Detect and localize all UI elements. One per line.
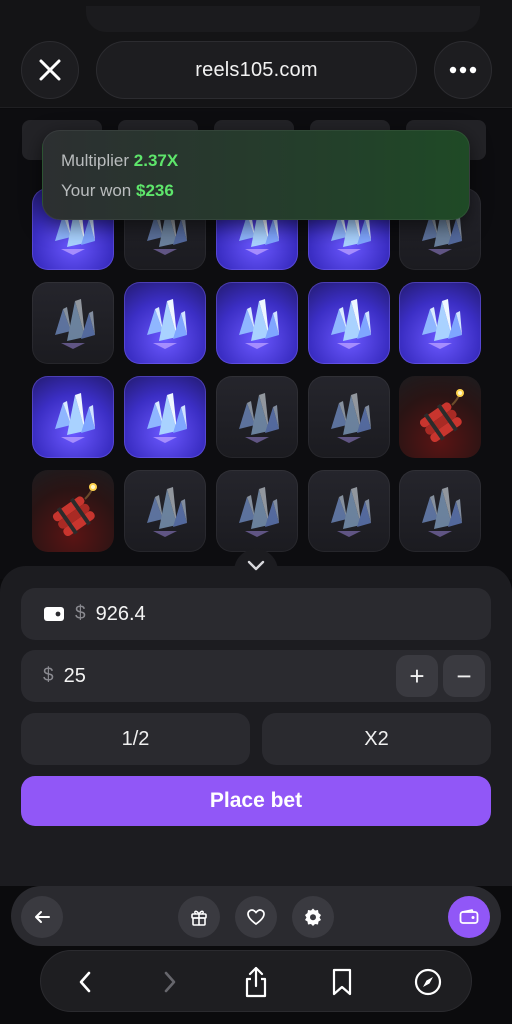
half-bet-button[interactable]: 1/2 <box>21 713 250 765</box>
more-dots-icon <box>449 66 477 74</box>
plus-icon: + <box>409 660 425 691</box>
crystal-icon <box>331 487 371 537</box>
bookmark-icon <box>332 968 352 996</box>
win-toast: Multiplier 2.37X Your won $236 <box>42 130 470 220</box>
gem-tile-revealed[interactable] <box>32 376 114 458</box>
back-button[interactable] <box>21 896 63 938</box>
chevron-down-icon <box>247 560 265 571</box>
favorite-button[interactable] <box>235 896 277 938</box>
crystal-icon <box>239 487 279 537</box>
crystal-icon <box>239 299 279 349</box>
crystal-icon <box>55 299 95 349</box>
heart-icon <box>247 909 265 925</box>
double-bet-button[interactable]: X2 <box>262 713 491 765</box>
arrow-left-icon <box>35 911 50 923</box>
gift-icon <box>191 910 207 926</box>
multiplier-label: Multiplier <box>61 151 130 170</box>
previous-tab-edge <box>86 6 480 32</box>
crystal-icon <box>422 299 462 349</box>
dynamite-icon <box>52 483 97 537</box>
compass-icon <box>414 968 442 996</box>
won-label: Your won <box>61 181 132 200</box>
minus-icon: − <box>456 660 472 691</box>
gem-tile-revealed[interactable] <box>216 282 298 364</box>
gem-tile-revealed[interactable] <box>124 376 206 458</box>
browser-forward-button[interactable] <box>148 960 192 1004</box>
won-value: $236 <box>136 181 174 200</box>
bomb-tile[interactable] <box>399 376 481 458</box>
share-button[interactable] <box>234 960 278 1004</box>
url-text: reels105.com <box>195 58 318 81</box>
crystal-icon <box>147 487 187 537</box>
more-button[interactable] <box>434 41 492 99</box>
crystal-icon <box>331 393 371 443</box>
multiplier-value: 2.37X <box>133 151 179 170</box>
gem-tile[interactable] <box>216 470 298 552</box>
close-icon <box>39 59 61 81</box>
balance-field: $ 926.4 <box>21 588 491 640</box>
back-chevron-icon <box>79 971 91 993</box>
gem-tile[interactable] <box>399 470 481 552</box>
crystal-icon <box>55 393 95 443</box>
close-button[interactable] <box>21 41 79 99</box>
gem-tile[interactable] <box>32 282 114 364</box>
double-bet-label: X2 <box>364 727 389 750</box>
wallet-button[interactable] <box>448 896 490 938</box>
won-line: Your won $236 <box>61 179 451 209</box>
place-bet-label: Place bet <box>209 789 303 812</box>
wallet-icon <box>459 909 479 924</box>
bookmarks-button[interactable] <box>320 960 364 1004</box>
crystal-icon <box>147 299 187 349</box>
currency-symbol: $ <box>75 603 86 624</box>
wallet-icon <box>44 607 64 621</box>
increase-bet-button[interactable]: + <box>396 655 438 697</box>
settings-button[interactable] <box>292 896 334 938</box>
half-bet-label: 1/2 <box>121 727 150 750</box>
share-icon <box>245 966 267 998</box>
gem-tile[interactable] <box>124 470 206 552</box>
compass-button[interactable] <box>406 960 450 1004</box>
url-bar[interactable]: reels105.com <box>96 41 417 99</box>
crystal-icon <box>147 393 187 443</box>
crystal-icon <box>331 299 371 349</box>
gem-tile[interactable] <box>216 376 298 458</box>
crystal-icon <box>422 487 462 537</box>
gem-tile-revealed[interactable] <box>399 282 481 364</box>
gift-button[interactable] <box>178 896 220 938</box>
gem-tile-revealed[interactable] <box>124 282 206 364</box>
balance-value: 926.4 <box>95 602 146 625</box>
bomb-tile[interactable] <box>32 470 114 552</box>
gem-tile[interactable] <box>308 376 390 458</box>
gem-tile[interactable] <box>308 470 390 552</box>
crystal-icon <box>239 393 279 443</box>
forward-chevron-icon <box>164 971 176 993</box>
gem-tile-revealed[interactable] <box>308 282 390 364</box>
gear-icon <box>305 908 321 926</box>
decrease-bet-button[interactable]: − <box>443 655 485 697</box>
multiplier-line: Multiplier 2.37X <box>61 149 451 179</box>
dynamite-icon <box>419 389 464 443</box>
currency-symbol: $ <box>43 665 54 686</box>
place-bet-button[interactable]: Place bet <box>21 776 491 826</box>
bet-amount-value: 25 <box>63 664 86 687</box>
browser-back-button[interactable] <box>63 960 107 1004</box>
